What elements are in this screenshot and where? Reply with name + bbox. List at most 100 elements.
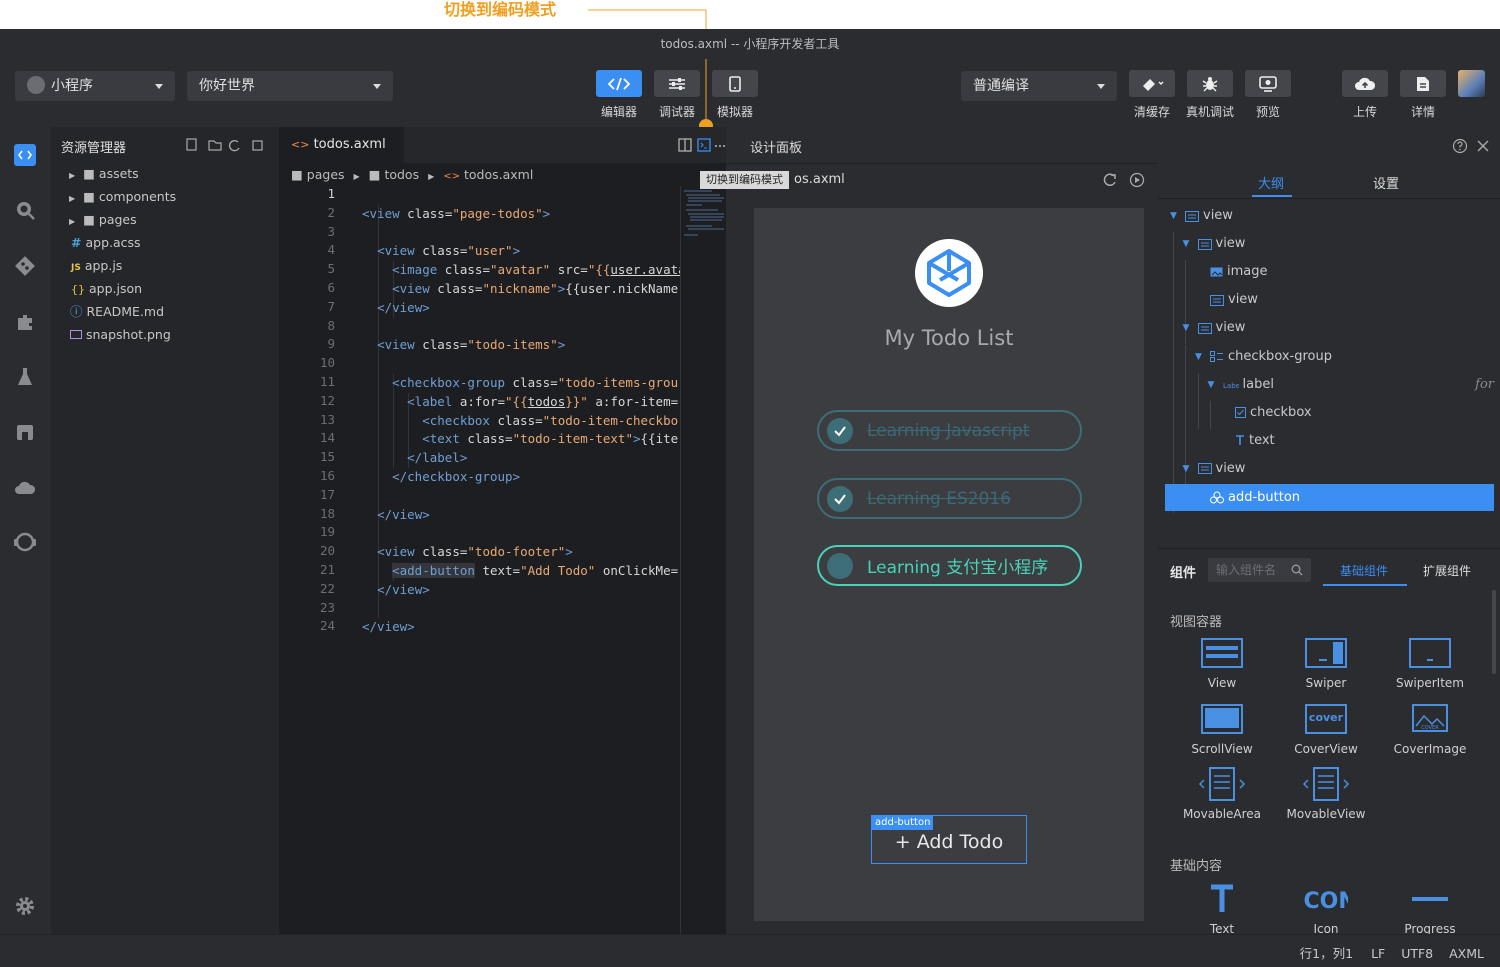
explorer-item-components[interactable]: ▶ ■ components <box>69 187 176 207</box>
outline-node[interactable]: add-button <box>1165 484 1494 511</box>
outline-node[interactable]: ▼ view <box>1158 204 1500 228</box>
editor-divider <box>680 186 681 934</box>
breadcrumb-item[interactable]: todos.axml <box>464 167 533 182</box>
todo-item[interactable]: Learning ES2016 <box>817 478 1082 519</box>
todo-item[interactable]: Learning 支付宝小程序 <box>817 545 1082 586</box>
outline-node[interactable]: ▼ checkbox-group <box>1158 345 1500 369</box>
mode-simulator[interactable]: 模拟器 <box>712 70 765 120</box>
expand-caret-icon[interactable]: ▼ <box>1170 204 1182 228</box>
git-icon[interactable] <box>13 254 37 278</box>
component-icon[interactable]: ICON Icon <box>1274 882 1378 934</box>
compile-select[interactable]: 普通编译 <box>961 71 1117 101</box>
more-icon[interactable] <box>715 145 725 147</box>
outline-node[interactable]: checkbox <box>1158 401 1500 425</box>
scrollbar[interactable] <box>1492 590 1496 674</box>
store-icon[interactable] <box>13 420 37 444</box>
explorer-item-app-acss[interactable]: # app.acss <box>71 233 141 253</box>
outline-node[interactable]: view <box>1158 288 1500 312</box>
app-select[interactable]: 小程序 <box>15 71 175 101</box>
document-icon <box>1400 70 1446 97</box>
help-icon[interactable] <box>1452 138 1468 154</box>
tab-outline[interactable]: 大纲 <box>1258 173 1284 192</box>
expand-caret-icon[interactable]: ▼ <box>1183 232 1195 256</box>
project-select[interactable]: 你好世界 <box>187 71 393 101</box>
encoding[interactable]: UTF8 <box>1401 946 1433 961</box>
outline-node[interactable]: text <box>1158 429 1500 453</box>
support-icon[interactable] <box>13 530 37 554</box>
tab-settings[interactable]: 设置 <box>1373 173 1399 192</box>
reload-icon[interactable] <box>1103 173 1116 186</box>
code-line: <view class="todo-footer"> <box>377 544 573 560</box>
new-file-icon[interactable] <box>186 138 197 151</box>
component-coverimage[interactable]: COVER CoverImage <box>1378 702 1482 756</box>
expand-caret-icon[interactable]: ▼ <box>1183 316 1195 340</box>
add-todo-button[interactable]: add-button + Add Todo <box>871 815 1027 864</box>
mode-editor[interactable]: 编辑器 <box>596 70 649 120</box>
component-coverview[interactable]: cover CoverView <box>1274 702 1378 756</box>
line-ending[interactable]: LF <box>1371 946 1385 961</box>
gear-icon[interactable] <box>13 894 37 918</box>
editor-tab[interactable]: <> todos.axml <box>279 127 404 163</box>
component-view[interactable]: View <box>1170 636 1274 690</box>
component-movableview[interactable]: MovableView <box>1274 767 1378 821</box>
collapse-icon[interactable] <box>252 140 263 151</box>
explorer-item-readme[interactable]: ⓘ README.md <box>70 302 164 322</box>
plugin-icon[interactable] <box>13 310 37 334</box>
outline-node[interactable]: ▼Labellabel for <box>1158 373 1500 397</box>
explorer-code-icon[interactable] <box>14 144 36 166</box>
outline-node[interactable]: image <box>1158 260 1500 284</box>
outline-node[interactable]: ▼ view <box>1158 457 1500 481</box>
remote-debug-button[interactable]: 真机调试 <box>1186 70 1240 120</box>
close-icon[interactable] <box>1477 140 1489 152</box>
expand-caret-icon[interactable]: ▼ <box>1208 373 1220 397</box>
refresh-icon[interactable] <box>229 140 240 152</box>
search-icon[interactable] <box>13 198 37 222</box>
code-line: </label> <box>407 450 468 466</box>
tab-basic-components[interactable]: 基础组件 <box>1340 562 1388 579</box>
new-folder-icon[interactable] <box>208 140 222 151</box>
explorer-item-snapshot[interactable]: snapshot.png <box>70 325 171 345</box>
component-text[interactable]: Text <box>1170 882 1274 934</box>
explorer-item-assets[interactable]: ▶ ■ assets <box>69 164 139 184</box>
cloud-icon[interactable] <box>13 476 37 500</box>
component-scrollview[interactable]: ScrollView <box>1170 702 1274 756</box>
explorer-item-app-json[interactable]: {} app.json <box>71 279 142 299</box>
details-button[interactable]: 详情 <box>1400 70 1453 120</box>
component-label: Icon <box>1313 922 1339 934</box>
expand-caret-icon[interactable]: ▼ <box>1183 457 1195 481</box>
expand-caret-icon[interactable]: ▼ <box>1195 345 1207 369</box>
explorer-item-app-js[interactable]: JS app.js <box>71 256 122 276</box>
clear-cache-label: 清缓存 <box>1133 105 1170 119</box>
check-icon[interactable] <box>827 485 853 512</box>
cursor-position[interactable]: 行1，列1 <box>1300 946 1353 961</box>
outline-node[interactable]: ▼ view <box>1158 316 1500 340</box>
component-swiperitem[interactable]: SwiperItem <box>1378 636 1482 690</box>
tab-extended-components[interactable]: 扩展组件 <box>1423 562 1471 579</box>
todo-item[interactable]: Learning Javascript <box>817 410 1082 451</box>
outline-node[interactable]: ▼ view <box>1158 232 1500 256</box>
flask-icon[interactable] <box>13 365 37 389</box>
component-swiper[interactable]: Swiper <box>1274 636 1378 690</box>
clear-cache-button[interactable]: 清缓存 <box>1129 70 1182 120</box>
split-editor-icon[interactable] <box>678 138 692 152</box>
upload-button[interactable]: 上传 <box>1342 70 1395 120</box>
component-movablearea[interactable]: MovableArea <box>1170 767 1274 821</box>
mode-debugger[interactable]: 调试器 <box>654 70 707 120</box>
preview-button[interactable]: 预览 <box>1245 70 1298 120</box>
breadcrumb-item[interactable]: pages <box>307 167 345 182</box>
switch-code-mode-icon[interactable] <box>697 138 711 152</box>
component-progress[interactable]: Progress <box>1378 882 1482 934</box>
language-mode[interactable]: AXML <box>1449 946 1484 961</box>
code-area[interactable]: <view class="page-todos"> <view class="u… <box>362 186 681 646</box>
unchecked-circle-icon[interactable] <box>827 552 853 579</box>
user-avatar[interactable] <box>1458 70 1485 97</box>
component-label: Swiper <box>1305 676 1347 690</box>
component-search-input[interactable]: 输入组件名 <box>1208 558 1311 582</box>
explorer-item-pages[interactable]: ▶ ■ pages <box>69 210 137 230</box>
check-icon[interactable] <box>827 417 853 444</box>
play-icon[interactable] <box>1129 172 1145 188</box>
line-number: 3 <box>327 223 335 239</box>
breadcrumb-item[interactable]: todos <box>384 167 419 182</box>
editor-tab-actions <box>678 138 725 152</box>
design-file-tab[interactable]: os.axml <box>794 172 845 187</box>
